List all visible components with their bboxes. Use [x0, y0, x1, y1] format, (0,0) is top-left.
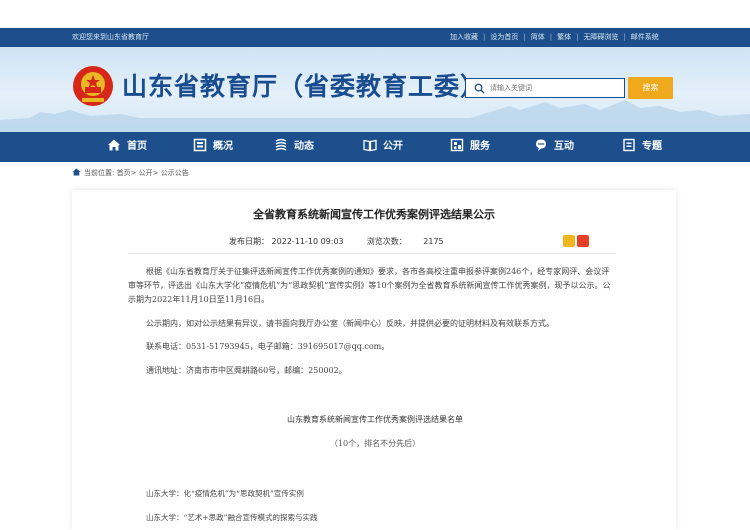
- add-favorite-link[interactable]: 加入收藏: [450, 28, 478, 47]
- date-label: 发布日期：: [229, 237, 269, 246]
- nav-service[interactable]: 服务: [450, 132, 490, 162]
- site-title[interactable]: 山东省教育厅（省委教育工委）: [122, 67, 486, 103]
- nav-public[interactable]: 公开: [363, 132, 403, 162]
- search-input[interactable]: [490, 80, 620, 96]
- main-nav: 首页 概况 动态 公开 服务 互动 专题: [0, 132, 750, 162]
- article-paragraph: 公示期内，如对公示结果有异议，请书面向我厅办公室（新闻中心）反映，并提供必要的证…: [146, 319, 554, 328]
- breadcrumb-text[interactable]: 当前位置: 首页> 公开> 公示公告: [84, 169, 189, 177]
- simplified-chinese-link[interactable]: 简体: [531, 28, 545, 47]
- qzone-share-icon[interactable]: [563, 235, 575, 247]
- address-info: 通讯地址：济南市市中区舜耕路60号，邮编：250002。: [146, 366, 347, 375]
- location-home-icon: [72, 168, 81, 176]
- nav-interaction[interactable]: 互动: [534, 132, 574, 162]
- article-meta: 发布日期： 2022-11-10 09:03 浏览次数： 2175: [229, 236, 444, 247]
- news-icon: [275, 138, 287, 151]
- article-title: 全省教育系统新闻宣传工作优秀案例评选结果公示: [253, 208, 495, 221]
- service-icon: [450, 138, 464, 152]
- traditional-chinese-link[interactable]: 繁体: [557, 28, 571, 47]
- views-label: 浏览次数：: [366, 237, 407, 246]
- national-emblem-icon: [73, 66, 113, 106]
- search-icon: [474, 83, 485, 94]
- search-button[interactable]: 搜索: [628, 77, 673, 99]
- meta-divider: [128, 253, 616, 254]
- search-box: [465, 78, 625, 98]
- welcome-text: 欢迎您来到山东省教育厅: [72, 33, 149, 41]
- list-item: 山东大学：化“疫情危机”为“思政契机”宣传实例: [146, 489, 304, 498]
- result-list-note: （10个，排名不分先后）: [329, 439, 421, 448]
- result-list-title: 山东教育系统新闻宣传工作优秀案例评选结果名单: [287, 415, 463, 424]
- nav-overview[interactable]: 概况: [193, 132, 233, 162]
- utility-links: 加入收藏 | 设为首页 | 简体 | 繁体 | 无障碍浏览 | 邮件系统: [450, 28, 659, 47]
- publish-date: 2022-11-10 09:03: [271, 237, 344, 246]
- article-paragraph: 根据《山东省教育厅关于征集评选新闻宣传工作优秀案例的通知》要求，各市各高校注重申…: [128, 267, 611, 304]
- book-icon: [363, 139, 377, 152]
- set-homepage-link[interactable]: 设为首页: [490, 28, 518, 47]
- share-buttons: [563, 232, 591, 247]
- weibo-share-icon[interactable]: [577, 235, 589, 247]
- accessibility-link[interactable]: 无障碍浏览: [583, 28, 618, 47]
- home-icon: [108, 139, 120, 151]
- list-item: 山东大学：“艺术+思政”融合宣传模式的探索与实践: [146, 513, 318, 522]
- contact-info: 联系电话：0531-51793945，电子邮箱：391695017@qq.com…: [146, 342, 390, 351]
- topic-icon: [623, 138, 635, 152]
- nav-topics[interactable]: 专题: [622, 132, 662, 162]
- chat-icon: [536, 139, 546, 151]
- breadcrumb: 当前位置: 首页> 公开> 公示公告: [72, 168, 189, 178]
- nav-news[interactable]: 动态: [274, 132, 314, 162]
- view-count: 2175: [423, 237, 444, 246]
- nav-home[interactable]: 首页: [107, 132, 147, 162]
- top-utility-bar: 欢迎您来到山东省教育厅 加入收藏 | 设为首页 | 简体 | 繁体 | 无障碍浏览 | 邮件系统: [0, 28, 750, 47]
- overview-icon: [193, 138, 207, 152]
- mail-system-link[interactable]: 邮件系统: [631, 28, 659, 47]
